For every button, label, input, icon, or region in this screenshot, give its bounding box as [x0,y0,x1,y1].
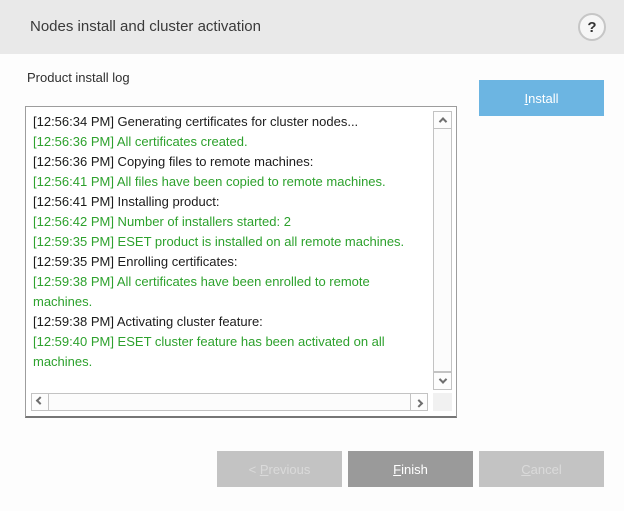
scroll-right-button[interactable] [410,393,428,411]
log-line: [12:56:42 PM] Number of installers start… [33,212,426,232]
finish-button-accel: F [393,462,401,477]
dialog-window: Nodes install and cluster activation ? P… [0,0,624,511]
chevron-right-icon [415,399,423,407]
chevron-left-icon [36,396,44,404]
cancel-button-accel: C [521,462,530,477]
log-line: machines. [33,352,426,372]
log-line: [12:56:41 PM] Installing product: [33,192,426,212]
log-line: [12:56:36 PM] Copying files to remote ma… [33,152,426,172]
chevron-up-icon [438,117,446,125]
previous-button[interactable]: < Previous [217,451,342,487]
finish-button[interactable]: Finish [348,451,473,487]
scroll-up-button[interactable] [433,111,452,129]
dialog-title: Nodes install and cluster activation [30,0,261,54]
install-button-label: nstall [528,91,558,106]
log-label: Product install log [27,70,130,85]
log-line: [12:59:40 PM] ESET cluster feature has b… [33,332,426,352]
log-line: [12:59:35 PM] Enrolling certificates: [33,252,426,272]
vertical-scrollbar[interactable] [433,111,452,390]
previous-button-label: revious [268,462,310,477]
log-line: [12:56:34 PM] Generating certificates fo… [33,112,426,132]
horizontal-scrollbar-thumb[interactable] [49,393,410,411]
log-lines: [12:56:34 PM] Generating certificates fo… [33,112,426,372]
install-button[interactable]: Install [479,80,604,116]
help-button[interactable]: ? [578,13,606,41]
cancel-button[interactable]: Cancel [479,451,604,487]
log-line: [12:59:35 PM] ESET product is installed … [33,232,426,252]
log-line: [12:56:41 PM] All files have been copied… [33,172,426,192]
previous-button-prefix: < [249,462,260,477]
cancel-button-label: ancel [531,462,562,477]
scroll-down-button[interactable] [433,372,452,390]
install-log-box[interactable]: [12:56:34 PM] Generating certificates fo… [25,106,457,418]
question-mark-icon: ? [587,20,596,35]
finish-button-label: inish [401,462,428,477]
scrollbar-corner [433,393,452,411]
log-line: [12:59:38 PM] Activating cluster feature… [33,312,426,332]
log-line: [12:59:38 PM] All certificates have been… [33,272,426,292]
vertical-scrollbar-thumb[interactable] [433,129,452,372]
log-line: machines. [33,292,426,312]
chevron-down-icon [438,375,446,383]
horizontal-scrollbar[interactable] [31,393,428,411]
header-bar: Nodes install and cluster activation ? [0,0,624,54]
scroll-left-button[interactable] [31,393,49,411]
log-line: [12:56:36 PM] All certificates created. [33,132,426,152]
